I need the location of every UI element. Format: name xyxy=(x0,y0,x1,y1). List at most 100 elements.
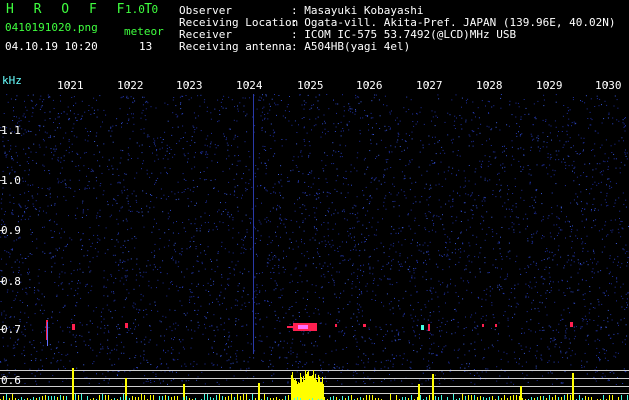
meteor-echo xyxy=(428,324,430,331)
histogram-bar xyxy=(333,396,334,400)
histogram-bar xyxy=(296,381,297,400)
histogram-bar xyxy=(291,375,292,400)
histogram-bar xyxy=(306,394,307,400)
meteor-echo xyxy=(298,325,308,329)
histogram-bar xyxy=(285,396,286,400)
histogram-bar xyxy=(309,376,310,400)
file-datetime: 04.10.19 10:20 xyxy=(5,40,98,53)
file-name: 0410191020.png xyxy=(5,21,98,34)
histogram-bar xyxy=(75,394,76,400)
histogram-bar xyxy=(301,377,302,400)
histogram-bar xyxy=(372,395,373,400)
histogram-bar xyxy=(87,396,88,400)
histogram-bar xyxy=(60,395,61,400)
histogram-bar xyxy=(396,395,397,400)
histogram-bar xyxy=(429,395,430,400)
histogram-bar xyxy=(579,395,580,400)
app-version: 1.0.0 xyxy=(125,3,159,16)
histogram-bar xyxy=(612,395,613,400)
histogram-bar xyxy=(621,395,622,400)
antenna-value: : A504HB(yagi 4el) xyxy=(291,40,411,53)
histogram-bar xyxy=(102,394,103,400)
receiver-label: Receiver xyxy=(179,28,232,41)
histogram-bar xyxy=(63,396,64,400)
meteor-echo xyxy=(570,322,573,327)
meteor-echo xyxy=(363,324,366,327)
histogram-bar xyxy=(342,396,343,400)
histogram-bar xyxy=(78,395,79,400)
histogram-bar xyxy=(453,394,454,400)
histogram-bar xyxy=(474,395,475,400)
x-tick-label: 1027 xyxy=(416,79,443,92)
histogram-bar xyxy=(240,396,241,400)
histogram-bar xyxy=(313,370,314,400)
y-tick-label: 1.1 xyxy=(1,124,21,137)
meteor-echo xyxy=(47,322,48,346)
x-tick-label: 1021 xyxy=(57,79,84,92)
histogram-bar xyxy=(572,373,574,400)
histogram-bar xyxy=(222,396,223,400)
histogram-bar xyxy=(348,396,349,400)
histogram-bar xyxy=(51,396,52,400)
histogram-bar xyxy=(543,396,544,400)
x-tick-label: 1030 xyxy=(595,79,622,92)
histogram-bar xyxy=(54,396,55,400)
histogram-bar xyxy=(513,395,514,400)
histogram-bar xyxy=(480,396,481,400)
histogram-bar xyxy=(303,376,304,400)
histogram-bar xyxy=(295,379,296,400)
antenna-label: Receiving antenna xyxy=(179,40,292,53)
location-value: : Ogata-vill. Akita-Pref. JAPAN (139.96E… xyxy=(291,16,616,29)
histogram-bar xyxy=(304,380,305,400)
histogram-bar xyxy=(243,394,244,400)
meteor-echo xyxy=(482,324,484,327)
histogram-bar xyxy=(510,396,511,400)
histogram-bar xyxy=(132,396,133,400)
histogram-bar xyxy=(570,395,571,400)
histogram-bar xyxy=(320,382,321,400)
histogram-bar xyxy=(390,394,391,400)
histogram-bar xyxy=(308,371,309,400)
histogram-bar xyxy=(369,395,370,400)
histogram-bar xyxy=(420,395,421,400)
histogram-bar xyxy=(246,394,247,400)
histogram-bar xyxy=(207,394,208,400)
location-label: Receiving Location xyxy=(179,16,299,29)
histogram-bar xyxy=(252,394,253,400)
histogram-bar xyxy=(468,395,469,400)
histogram-bar xyxy=(549,395,550,400)
histogram-bar xyxy=(66,396,67,400)
histogram-bar xyxy=(159,396,160,400)
histogram-bar xyxy=(302,382,303,400)
x-unit-label: kHz xyxy=(2,74,22,87)
histogram-bar xyxy=(204,394,205,400)
histogram-bar xyxy=(585,396,586,400)
grid-line xyxy=(0,370,629,371)
histogram-bar xyxy=(108,395,109,400)
carrier-line xyxy=(253,94,254,354)
histogram-bar xyxy=(312,375,313,400)
histogram-bar xyxy=(435,396,436,400)
x-tick-label: 1024 xyxy=(236,79,263,92)
histogram-bar xyxy=(99,395,100,400)
histogram-bar xyxy=(150,395,151,400)
histogram-bar xyxy=(237,394,238,400)
histogram-bar xyxy=(300,373,301,400)
histogram-bar xyxy=(294,380,295,400)
meteor-echo xyxy=(125,323,128,328)
meteor-echo xyxy=(421,325,424,330)
histogram-bar xyxy=(418,384,420,400)
histogram-bar xyxy=(519,396,520,400)
histogram-bar xyxy=(12,394,13,400)
meteor-echo xyxy=(495,324,497,327)
histogram-bar xyxy=(316,380,317,400)
histogram-bar xyxy=(492,396,493,400)
histogram-bar xyxy=(153,395,154,400)
histogram-bar xyxy=(292,372,293,400)
histogram-bar xyxy=(465,396,466,400)
histogram-bar xyxy=(165,395,166,400)
histogram-bar xyxy=(322,377,323,400)
spectrogram[interactable] xyxy=(0,68,629,400)
histogram-bar xyxy=(105,395,106,400)
histogram-bar xyxy=(45,395,46,400)
